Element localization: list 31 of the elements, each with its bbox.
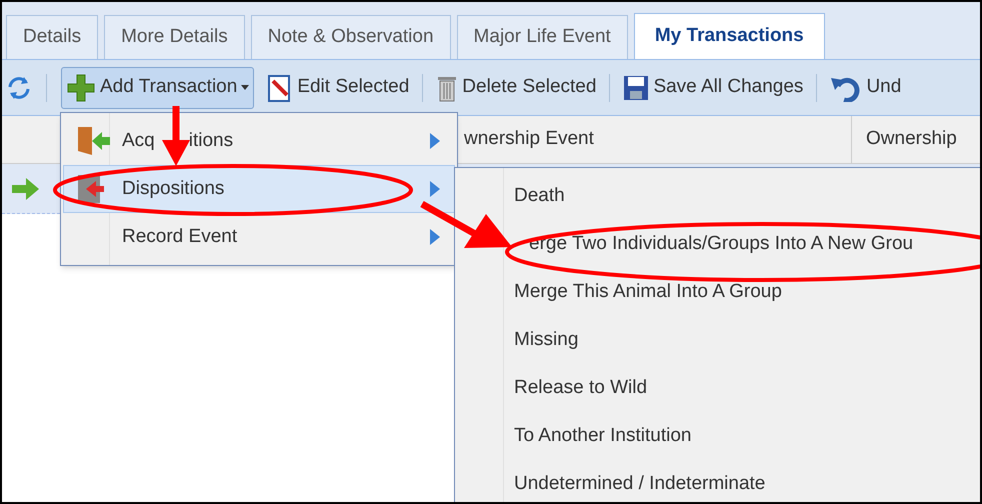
submenu-arrow-icon: [430, 133, 440, 149]
tab[interactable]: Major Life Event: [456, 15, 628, 59]
toolbar-button[interactable]: Save All Changes: [618, 66, 808, 108]
submenu-arrow-icon: [430, 181, 440, 197]
door-arrow-icon: [76, 125, 112, 157]
caret-icon: [241, 85, 250, 90]
submenu-item[interactable]: To Another Institution: [455, 412, 980, 460]
submenu-item[interactable]: Missing: [455, 316, 980, 364]
pointer-arrow: [162, 106, 190, 166]
menu-item[interactable]: Record Event: [63, 213, 455, 261]
plus-icon: [66, 72, 96, 102]
menu-item-label: Acq: [122, 128, 155, 153]
tab[interactable]: More Details: [104, 15, 245, 59]
right-arrow-icon: [12, 176, 40, 200]
menu-item-label: Record Event: [122, 224, 238, 249]
menu-item-label: itions: [188, 128, 234, 153]
toolbar-button[interactable]: Und: [825, 66, 906, 108]
tab[interactable]: Details: [6, 15, 98, 59]
submenu-item[interactable]: Death: [455, 172, 980, 220]
toolbar-button[interactable]: Add Transaction: [61, 66, 254, 108]
tab[interactable]: My Transactions: [634, 13, 825, 59]
submenu-item[interactable]: Merge This Animal Into A Group: [455, 268, 980, 316]
toolbar-button[interactable]: Edit Selected: [262, 66, 414, 108]
menu-item-label: Dispositions: [122, 176, 224, 201]
column-header[interactable]: Ownership: [852, 125, 957, 154]
submenu-item[interactable]: Release to Wild: [455, 364, 980, 412]
submenu-item[interactable]: Undetermined / Indeterminate: [455, 460, 980, 502]
refresh-icon[interactable]: [6, 74, 32, 100]
tab[interactable]: Note & Observation: [250, 15, 451, 59]
submenu-arrow-icon: [430, 229, 440, 245]
toolbar-button[interactable]: Delete Selected: [431, 66, 602, 108]
